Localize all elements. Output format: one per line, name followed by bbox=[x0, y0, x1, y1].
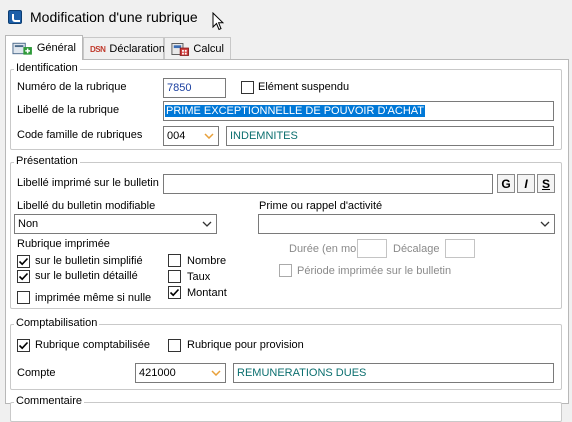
group-comptabilisation-legend: Comptabilisation bbox=[14, 317, 100, 329]
italic-button[interactable]: I bbox=[517, 174, 535, 193]
code-famille-label: Code famille de rubriques bbox=[17, 129, 143, 141]
tab-general[interactable]: Général bbox=[5, 35, 83, 60]
nombre-label: Nombre bbox=[187, 255, 227, 267]
provision-label: Rubrique pour provision bbox=[187, 339, 304, 351]
famille-name-value: INDEMNITES bbox=[230, 130, 298, 142]
tab-general-label: Général bbox=[36, 42, 76, 54]
libelle-imprime-field[interactable] bbox=[163, 174, 493, 194]
decalage-label: Décalage bbox=[393, 243, 440, 255]
numero-value: 7850 bbox=[167, 82, 192, 94]
group-commentaire-legend: Commentaire bbox=[14, 395, 85, 407]
decalage-field[interactable] bbox=[445, 239, 475, 258]
bulletin-simplifie-label: sur le bulletin simplifié bbox=[35, 255, 143, 267]
bulletin-detaille-checkbox[interactable] bbox=[17, 270, 30, 283]
compte-label: Compte bbox=[17, 367, 56, 379]
numero-field[interactable]: 7850 bbox=[163, 78, 226, 98]
window-title: Modification d'une rubrique bbox=[30, 9, 198, 25]
taux-checkbox[interactable] bbox=[168, 270, 181, 283]
app-icon bbox=[8, 10, 22, 24]
duree-field[interactable] bbox=[357, 239, 387, 258]
tab-declaration-label: Déclaration bbox=[109, 43, 166, 55]
provision-checkbox[interactable] bbox=[168, 339, 181, 352]
numero-label: Numéro de la rubrique bbox=[17, 81, 127, 93]
calculator-icon bbox=[171, 43, 189, 56]
bulletin-detaille-label: sur le bulletin détaillé bbox=[35, 270, 138, 282]
prime-rappel-select[interactable] bbox=[258, 214, 555, 234]
rubrique-imprimee-label: Rubrique imprimée bbox=[17, 238, 110, 250]
compte-name-value: REMUNERATIONS DUES bbox=[237, 367, 367, 379]
dsn-declaration-icon: DSN bbox=[90, 44, 106, 54]
group-commentaire bbox=[10, 402, 562, 422]
suspendu-label: Elément suspendu bbox=[258, 81, 350, 93]
comptabilisee-checkbox[interactable] bbox=[17, 339, 30, 352]
tab-calcul-label: Calcul bbox=[193, 43, 224, 55]
title-bar: Modification d'une rubrique bbox=[0, 0, 572, 36]
libelle-modifiable-label: Libellé du bulletin modifiable bbox=[17, 200, 156, 212]
suspendu-checkbox[interactable] bbox=[241, 81, 254, 94]
libelle-label: Libellé de la rubrique bbox=[17, 104, 120, 116]
imprimee-nulle-label: imprimée même si nulle bbox=[35, 292, 152, 304]
prime-rappel-label: Prime ou rappel d'activité bbox=[259, 200, 383, 212]
comptabilisee-label: Rubrique comptabilisée bbox=[35, 339, 150, 351]
underline-button[interactable]: S bbox=[537, 174, 555, 193]
periode-checkbox[interactable] bbox=[279, 264, 292, 277]
code-famille-select[interactable]: 004 bbox=[163, 126, 219, 146]
chevron-down-icon[interactable] bbox=[536, 215, 554, 233]
taux-label: Taux bbox=[187, 271, 211, 283]
compte-select[interactable]: 421000 bbox=[135, 363, 226, 383]
periode-label: Période imprimée sur le bulletin bbox=[297, 265, 452, 277]
check-icon bbox=[18, 257, 29, 266]
libelle-imprime-label: Libellé imprimé sur le bulletin bbox=[17, 177, 159, 189]
imprimee-nulle-checkbox[interactable] bbox=[17, 291, 30, 304]
chevron-down-icon[interactable] bbox=[198, 215, 216, 233]
compte-name-field: REMUNERATIONS DUES bbox=[233, 363, 554, 383]
check-icon bbox=[18, 341, 29, 350]
chevron-down-icon[interactable] bbox=[207, 364, 225, 382]
check-icon bbox=[18, 272, 29, 281]
chevron-down-icon[interactable] bbox=[200, 127, 218, 145]
compte-value: 421000 bbox=[139, 367, 176, 379]
group-identification-legend: Identification bbox=[14, 62, 80, 74]
tab-calcul[interactable]: Calcul bbox=[164, 37, 231, 60]
bulletin-simplifie-checkbox[interactable] bbox=[17, 255, 30, 268]
mouse-cursor-icon bbox=[212, 12, 224, 31]
group-presentation-legend: Présentation bbox=[14, 155, 80, 167]
bold-button[interactable]: G bbox=[497, 174, 515, 193]
montant-checkbox[interactable] bbox=[168, 286, 181, 299]
libelle-modifiable-select[interactable]: Non bbox=[14, 214, 217, 234]
montant-label: Montant bbox=[187, 287, 227, 299]
nombre-checkbox[interactable] bbox=[168, 254, 181, 267]
libelle-value: PRIME EXCEPTIONNELLE DE POUVOIR D'ACHAT bbox=[165, 105, 426, 117]
libelle-field[interactable]: PRIME EXCEPTIONNELLE DE POUVOIR D'ACHAT bbox=[163, 101, 554, 121]
code-famille-value: 004 bbox=[167, 130, 186, 142]
famille-name-field: INDEMNITES bbox=[226, 126, 554, 146]
general-icon bbox=[12, 42, 32, 55]
check-icon bbox=[169, 288, 180, 297]
libelle-modifiable-value: Non bbox=[18, 218, 39, 230]
tab-declaration[interactable]: DSN Déclaration bbox=[83, 37, 166, 60]
